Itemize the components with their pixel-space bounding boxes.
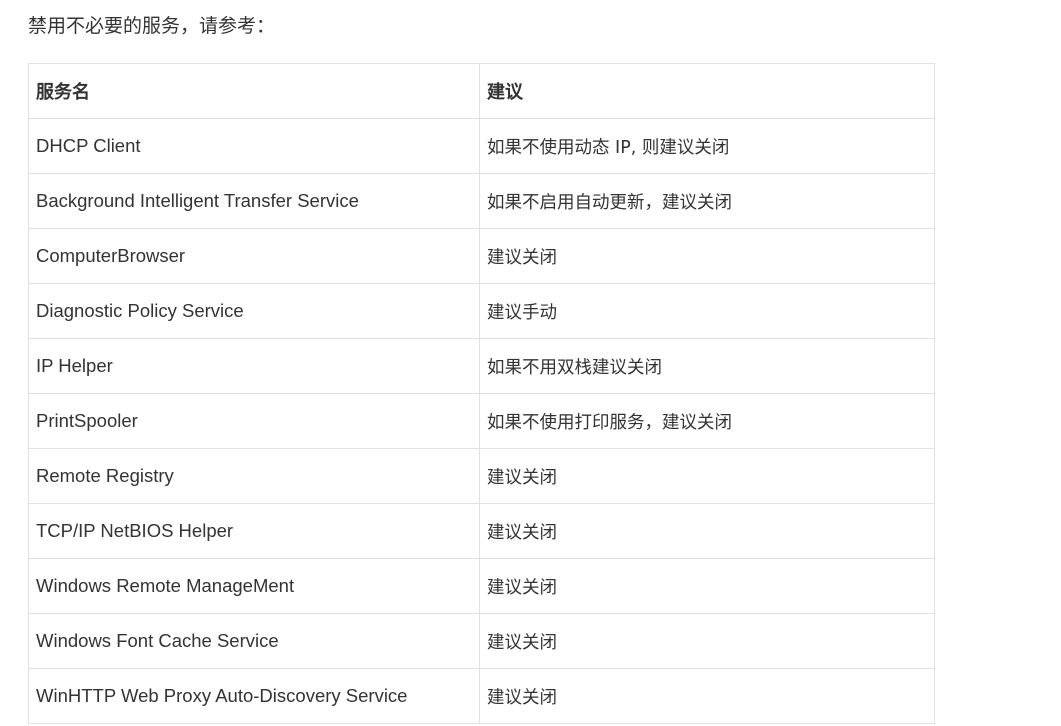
service-name-cell: WinHTTP Web Proxy Auto-Discovery Service <box>28 668 480 724</box>
recommendation-cell: 建议关闭 <box>479 613 935 669</box>
table-header-row: 服务名 建议 <box>28 63 935 119</box>
service-name-cell: Windows Remote ManageMent <box>28 558 480 614</box>
service-name-cell: DHCP Client <box>28 118 480 174</box>
table-row: PrintSpooler 如果不使用打印服务，建议关闭 <box>28 393 935 449</box>
table-row: ComputerBrowser 建议关闭 <box>28 228 935 284</box>
table-row: Diagnostic Policy Service 建议手动 <box>28 283 935 339</box>
services-table: 服务名 建议 DHCP Client 如果不使用动态 IP, 则建议关闭 Bac… <box>28 63 935 724</box>
service-name-cell: Background Intelligent Transfer Service <box>28 173 480 229</box>
recommendation-cell: 建议关闭 <box>479 668 935 724</box>
table-row: DHCP Client 如果不使用动态 IP, 则建议关闭 <box>28 118 935 174</box>
recommendation-cell: 建议关闭 <box>479 558 935 614</box>
table-row: TCP/IP NetBIOS Helper 建议关闭 <box>28 503 935 559</box>
recommendation-cell: 如果不使用动态 IP, 则建议关闭 <box>479 118 935 174</box>
service-name-cell: PrintSpooler <box>28 393 480 449</box>
recommendation-cell: 如果不启用自动更新，建议关闭 <box>479 173 935 229</box>
service-name-cell: IP Helper <box>28 338 480 394</box>
table-row: Windows Font Cache Service 建议关闭 <box>28 613 935 669</box>
recommendation-cell: 建议手动 <box>479 283 935 339</box>
header-recommendation: 建议 <box>479 63 935 119</box>
table-row: Background Intelligent Transfer Service … <box>28 173 935 229</box>
table-row: IP Helper 如果不用双栈建议关闭 <box>28 338 935 394</box>
service-name-cell: ComputerBrowser <box>28 228 480 284</box>
table-row: Remote Registry 建议关闭 <box>28 448 935 504</box>
recommendation-cell: 建议关闭 <box>479 448 935 504</box>
recommendation-cell: 如果不使用打印服务，建议关闭 <box>479 393 935 449</box>
recommendation-cell: 如果不用双栈建议关闭 <box>479 338 935 394</box>
service-name-cell: Windows Font Cache Service <box>28 613 480 669</box>
service-name-cell: Remote Registry <box>28 448 480 504</box>
service-name-cell: TCP/IP NetBIOS Helper <box>28 503 480 559</box>
intro-text: 禁用不必要的服务，请参考： <box>28 15 276 37</box>
table-row: WinHTTP Web Proxy Auto-Discovery Service… <box>28 668 935 724</box>
table-row: Windows Remote ManageMent 建议关闭 <box>28 558 935 614</box>
header-service-name: 服务名 <box>28 63 480 119</box>
recommendation-cell: 建议关闭 <box>479 228 935 284</box>
recommendation-cell: 建议关闭 <box>479 503 935 559</box>
service-name-cell: Diagnostic Policy Service <box>28 283 480 339</box>
